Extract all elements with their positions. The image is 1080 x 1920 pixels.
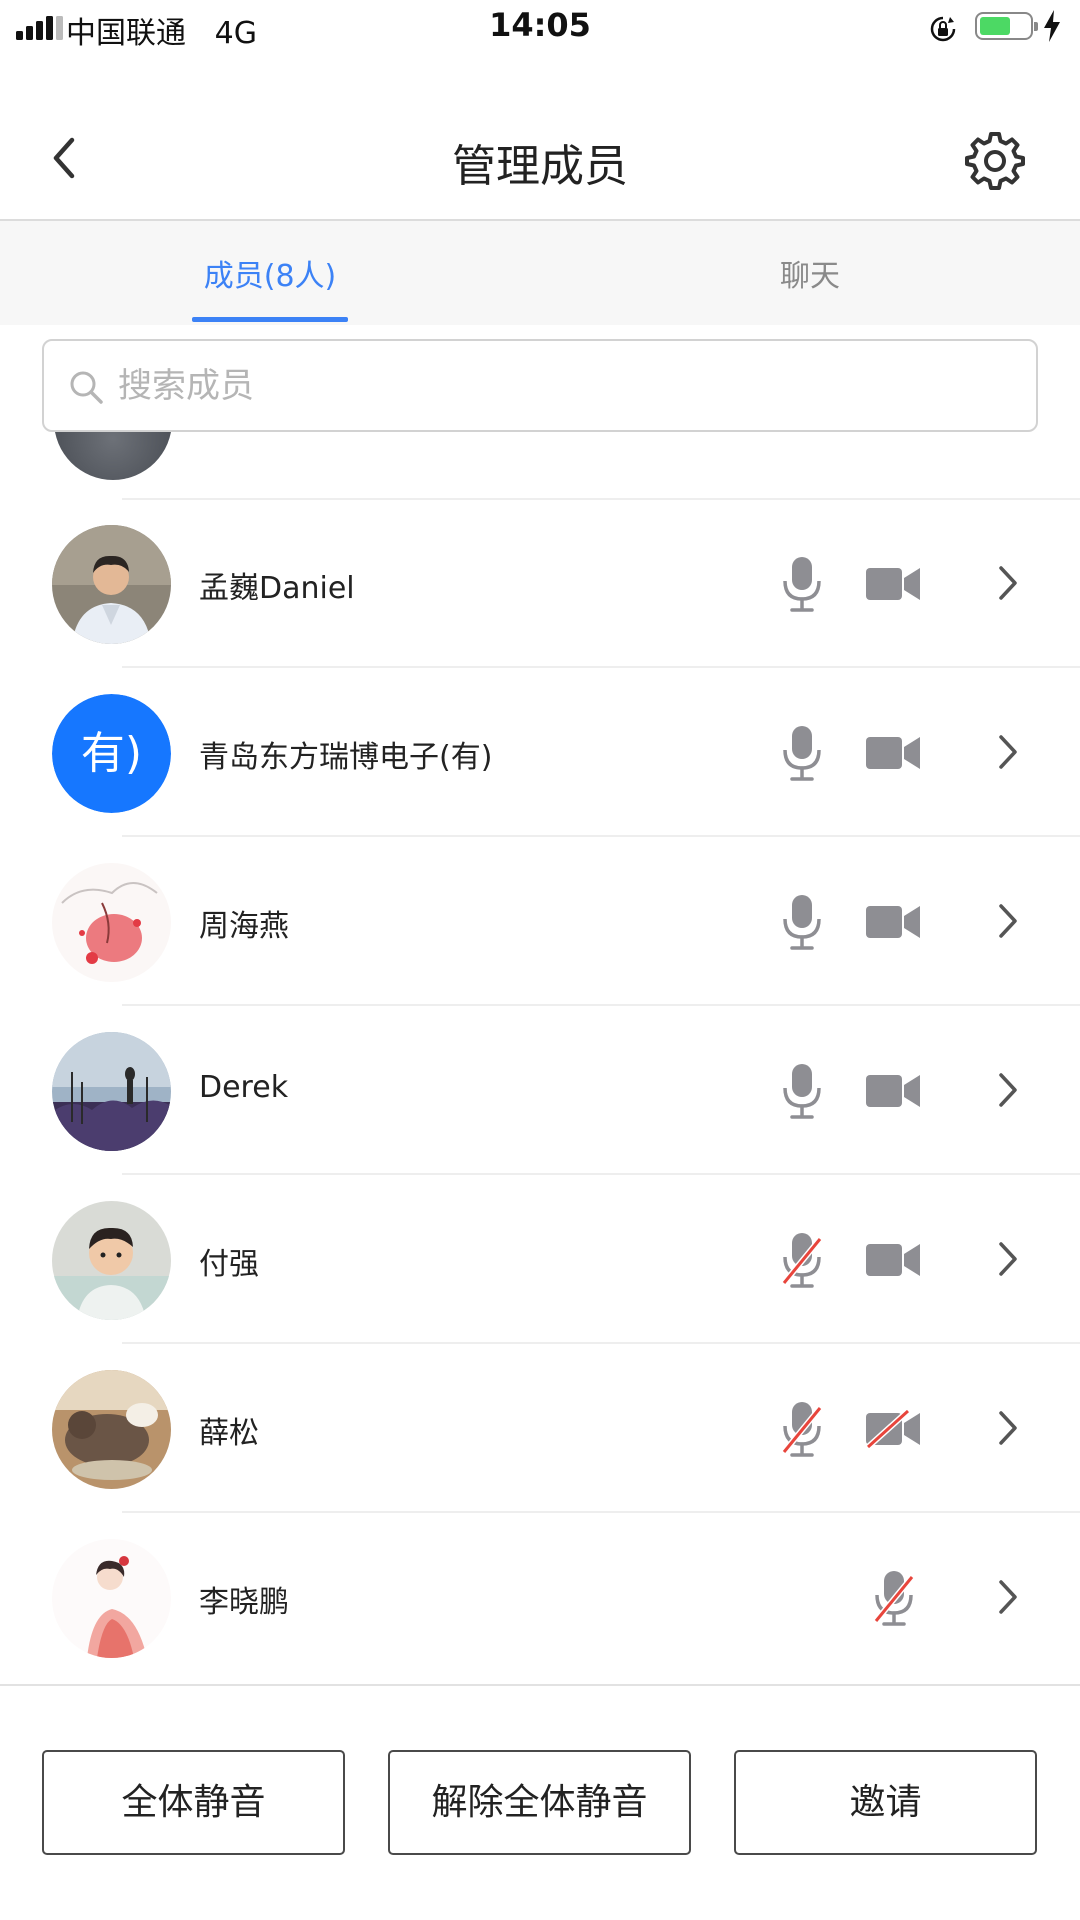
camera-icon[interactable] (866, 734, 922, 772)
microphone-icon[interactable] (780, 1062, 824, 1120)
avatar (52, 1201, 171, 1320)
tab-bar: 成员(8人) 聊天 (0, 221, 1080, 325)
chevron-right-icon[interactable] (995, 901, 1021, 941)
camera-icon[interactable] (866, 1072, 922, 1110)
unmute-all-button[interactable]: 解除全体静音 (388, 1750, 691, 1855)
microphone-muted-icon[interactable] (780, 1400, 824, 1458)
microphone-icon[interactable] (780, 893, 824, 951)
member-name: 李晓鹏 (199, 1585, 289, 1620)
footer-divider (0, 1684, 1080, 1686)
battery-icon (975, 12, 1038, 40)
member-row[interactable]: 孟巍Daniel (0, 499, 1080, 668)
member-row[interactable]: 薛松 (0, 1344, 1080, 1513)
member-list: 孟巍Daniel 有) 青岛东方瑞博电子(有) 周海燕 Derek 付强 薛松 … (0, 432, 1080, 1686)
microphone-icon[interactable] (780, 555, 824, 613)
member-row[interactable]: Derek (0, 1006, 1080, 1175)
member-name: 青岛东方瑞博电子(有) (199, 740, 493, 775)
member-name: 薛松 (199, 1416, 259, 1451)
avatar (52, 1539, 171, 1658)
avatar: 有) (52, 694, 171, 813)
chevron-right-icon[interactable] (995, 1577, 1021, 1617)
charging-bolt-icon (1044, 10, 1060, 42)
member-name: 周海燕 (199, 909, 289, 944)
member-name: Derek (199, 1070, 289, 1105)
rotation-lock-icon (930, 16, 956, 42)
member-name: 付强 (199, 1247, 259, 1282)
avatar (54, 432, 172, 480)
microphone-muted-icon[interactable] (780, 1231, 824, 1289)
tab-members[interactable]: 成员(8人) (190, 251, 350, 295)
page-title: 管理成员 (452, 141, 628, 192)
gear-icon[interactable] (965, 130, 1025, 190)
search-box[interactable] (42, 339, 1038, 432)
active-tab-indicator (192, 317, 348, 322)
camera-off-icon[interactable] (866, 1410, 922, 1448)
avatar (52, 1370, 171, 1489)
chevron-right-icon[interactable] (995, 1070, 1021, 1110)
avatar (52, 525, 171, 644)
avatar (52, 863, 171, 982)
chevron-right-icon[interactable] (995, 1239, 1021, 1279)
chevron-right-icon[interactable] (995, 732, 1021, 772)
chevron-right-icon[interactable] (995, 1408, 1021, 1448)
camera-icon[interactable] (866, 903, 922, 941)
clock: 14:05 (489, 6, 591, 44)
search-input[interactable] (116, 355, 1000, 417)
tab-chat[interactable]: 聊天 (730, 251, 890, 295)
navigation-bar: 管理成员 (0, 100, 1080, 220)
camera-icon[interactable] (866, 1241, 922, 1279)
member-name: 孟巍Daniel (199, 571, 355, 606)
chevron-right-icon[interactable] (995, 563, 1021, 603)
member-row[interactable]: 周海燕 (0, 837, 1080, 1006)
microphone-icon[interactable] (780, 724, 824, 782)
member-row[interactable]: 有) 青岛东方瑞博电子(有) (0, 668, 1080, 837)
camera-icon[interactable] (866, 565, 922, 603)
invite-button[interactable]: 邀请 (734, 1750, 1037, 1855)
member-row[interactable]: 李晓鹏 (0, 1513, 1080, 1682)
member-row[interactable]: 付强 (0, 1175, 1080, 1344)
avatar-initials: 有) (52, 694, 171, 813)
status-bar: 中国联通 4G 14:05 (0, 0, 1080, 58)
search-icon (70, 371, 103, 404)
microphone-muted-icon[interactable] (872, 1569, 916, 1627)
avatar (52, 1032, 171, 1151)
mute-all-button[interactable]: 全体静音 (42, 1750, 345, 1855)
